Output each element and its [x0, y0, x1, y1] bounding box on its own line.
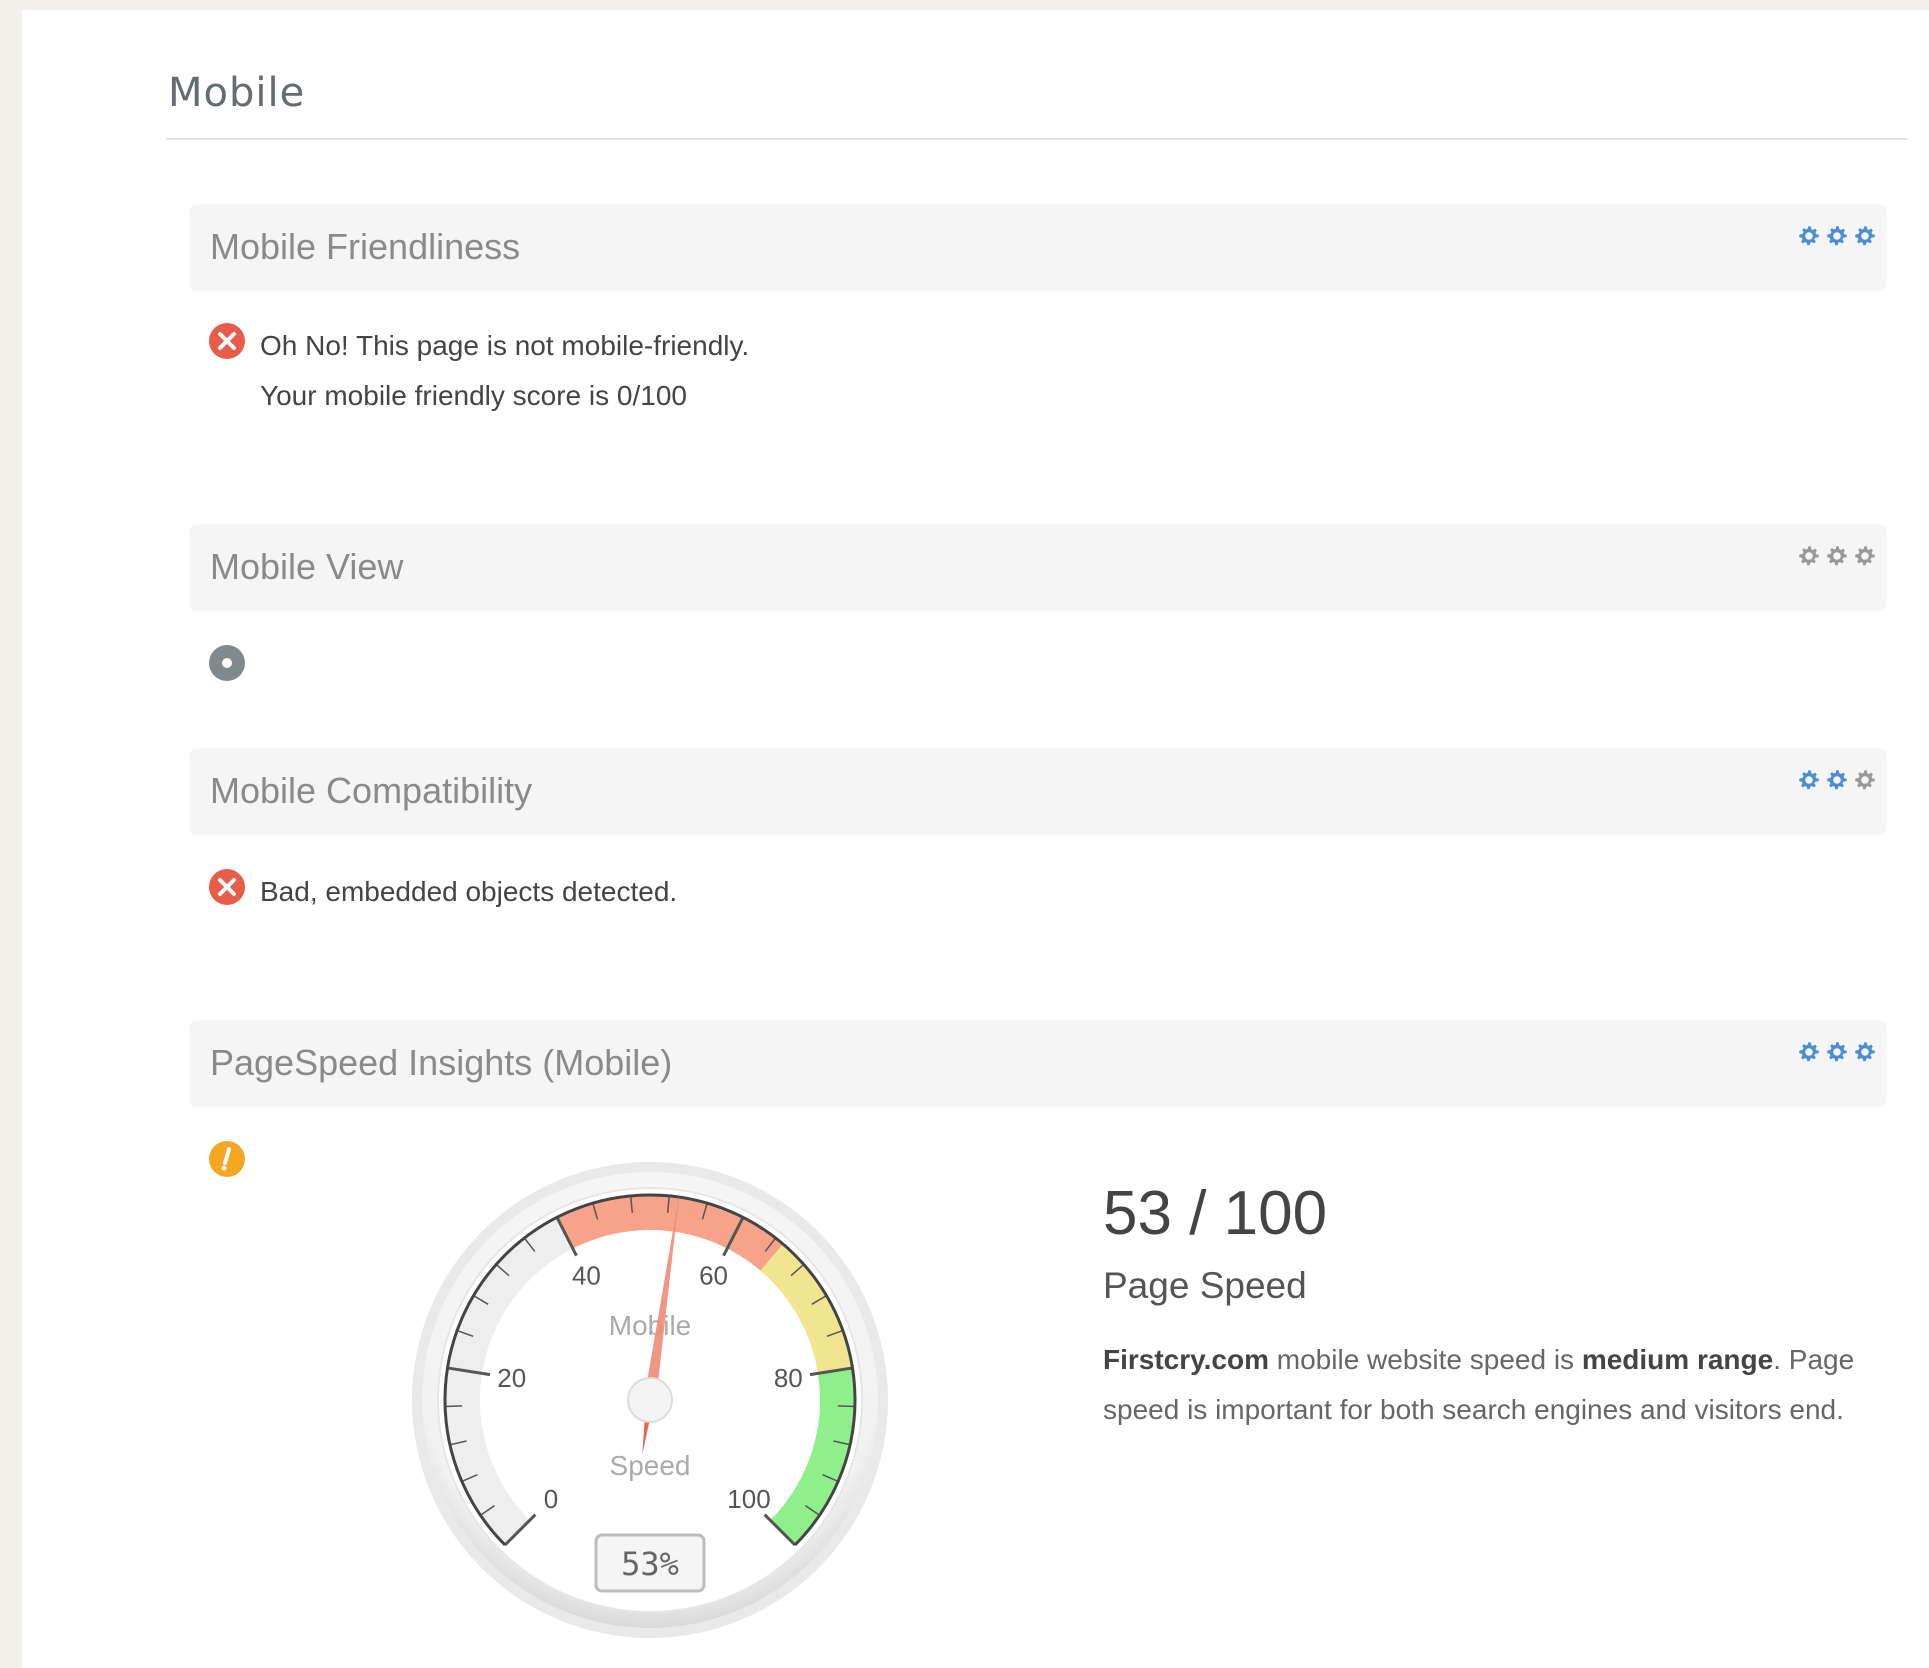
pagespeed-score: 53 / 100 [1103, 1179, 1328, 1248]
pagespeed-label: Page Speed [1103, 1265, 1307, 1306]
gear-icon[interactable] [1796, 543, 1822, 569]
gear-icon[interactable] [1852, 543, 1878, 569]
gear-icon[interactable] [1796, 223, 1822, 249]
gauge-tick-label: 0 [544, 1484, 558, 1514]
gear-icon[interactable] [1824, 223, 1850, 249]
mobile-friendly-message: Oh No! This page is not mobile-friendly. [260, 330, 750, 361]
panel-title: Mobile Compatibility [210, 770, 533, 811]
gauge-tick [837, 1405, 855, 1408]
site-name: Firstcry.com [1103, 1344, 1269, 1375]
mobile-friendly-score: Your mobile friendly score is 0/100 [260, 380, 687, 411]
pagespeed-description: Firstcry.com mobile website speed is med… [1103, 1335, 1893, 1435]
panel-mobile-view-header: Mobile View [190, 525, 1886, 609]
gauge-title: Mobile [609, 1310, 691, 1341]
gear-icon[interactable] [1824, 1039, 1850, 1065]
error-icon [209, 323, 245, 359]
gear-icon[interactable] [1852, 223, 1878, 249]
panel-pagespeed-header: PageSpeed Insights (Mobile) [190, 1021, 1886, 1105]
panel-title: Mobile View [210, 546, 404, 587]
section-divider [166, 138, 1908, 140]
panel-settings [1796, 223, 1878, 249]
gear-icon[interactable] [1852, 1039, 1878, 1065]
gauge-unit-label: Speed [610, 1450, 691, 1481]
gear-icon[interactable] [1796, 1039, 1822, 1065]
speed-range: medium range [1581, 1344, 1774, 1375]
panel-settings [1796, 543, 1878, 569]
error-icon [209, 869, 245, 905]
panel-title: PageSpeed Insights (Mobile) [210, 1042, 673, 1083]
gear-icon[interactable] [1796, 767, 1822, 793]
description-text: mobile website speed is [1269, 1344, 1582, 1375]
gauge-tick-label: 80 [774, 1363, 803, 1393]
panel-title: Mobile Friendliness [210, 226, 521, 267]
gauge-readout: 53% [621, 1545, 679, 1583]
panel-settings [1796, 767, 1878, 793]
panel-mobile-friendliness-header: Mobile Friendliness [190, 205, 1886, 289]
gauge-tick-label: 20 [497, 1363, 526, 1393]
speed-gauge: 0 20 40 60 80 100 Mobile Speed 53% [412, 1162, 888, 1638]
neutral-status-icon [209, 645, 245, 681]
gauge-tick-label: 60 [699, 1260, 728, 1290]
gear-icon[interactable] [1824, 543, 1850, 569]
panel-mobile-compatibility-header: Mobile Compatibility [190, 749, 1886, 833]
gauge-tick [445, 1405, 463, 1408]
gauge-hub [627, 1377, 673, 1423]
gear-icon[interactable] [1824, 767, 1850, 793]
compatibility-message: Bad, embedded objects detected. [260, 876, 678, 907]
section-title: Mobile [168, 70, 306, 116]
gear-icon[interactable] [1852, 767, 1878, 793]
gauge-tick-label: 100 [727, 1484, 770, 1514]
gauge-tick-label: 40 [572, 1260, 601, 1290]
panel-settings [1796, 1039, 1878, 1065]
warning-icon [209, 1141, 245, 1177]
